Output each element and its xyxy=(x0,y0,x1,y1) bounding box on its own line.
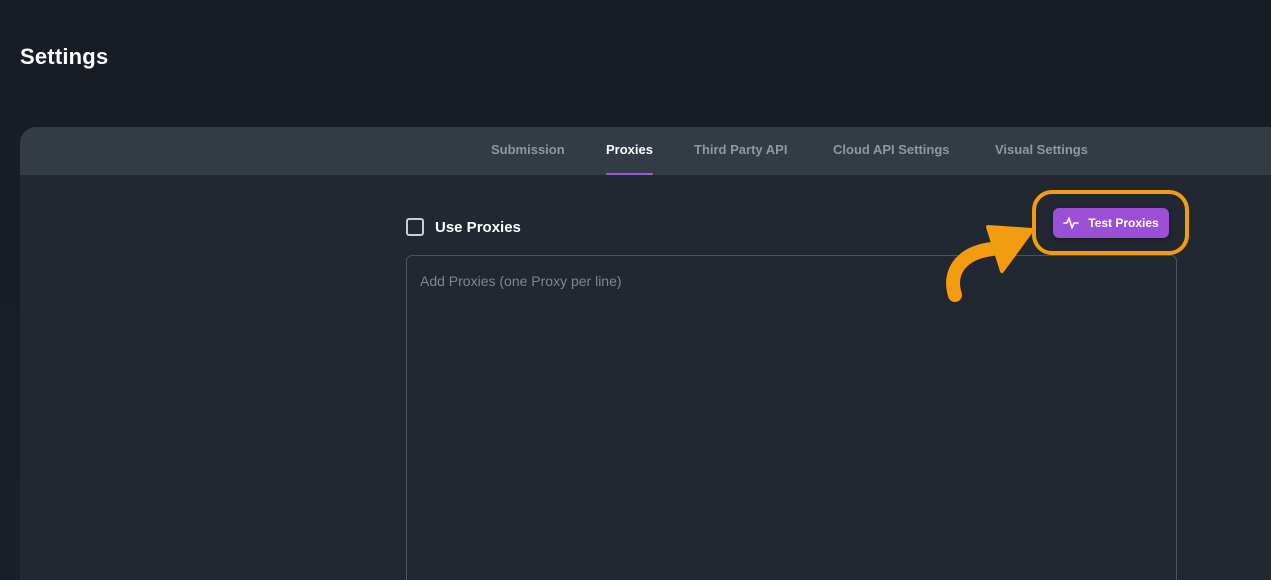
tab-bar: Submission Proxies Third Party API Cloud… xyxy=(20,127,1271,175)
activity-icon xyxy=(1063,216,1080,230)
tab-cloud-api-settings[interactable]: Cloud API Settings xyxy=(833,127,950,175)
settings-page: Settings Submission Proxies Third Party … xyxy=(0,0,1271,580)
page-title: Settings xyxy=(20,44,109,69)
tab-visual-settings[interactable]: Visual Settings xyxy=(995,127,1088,175)
tab-submission[interactable]: Submission xyxy=(491,127,565,175)
test-proxies-button[interactable]: Test Proxies xyxy=(1053,208,1169,238)
use-proxies-checkbox[interactable] xyxy=(406,218,424,236)
proxy-list-input[interactable] xyxy=(406,255,1177,580)
tab-proxies[interactable]: Proxies xyxy=(606,127,653,175)
settings-panel: Submission Proxies Third Party API Cloud… xyxy=(20,127,1271,580)
use-proxies-toggle[interactable]: Use Proxies xyxy=(406,217,521,237)
tab-third-party-api[interactable]: Third Party API xyxy=(694,127,787,175)
test-proxies-label: Test Proxies xyxy=(1088,216,1159,230)
use-proxies-label: Use Proxies xyxy=(435,218,521,236)
